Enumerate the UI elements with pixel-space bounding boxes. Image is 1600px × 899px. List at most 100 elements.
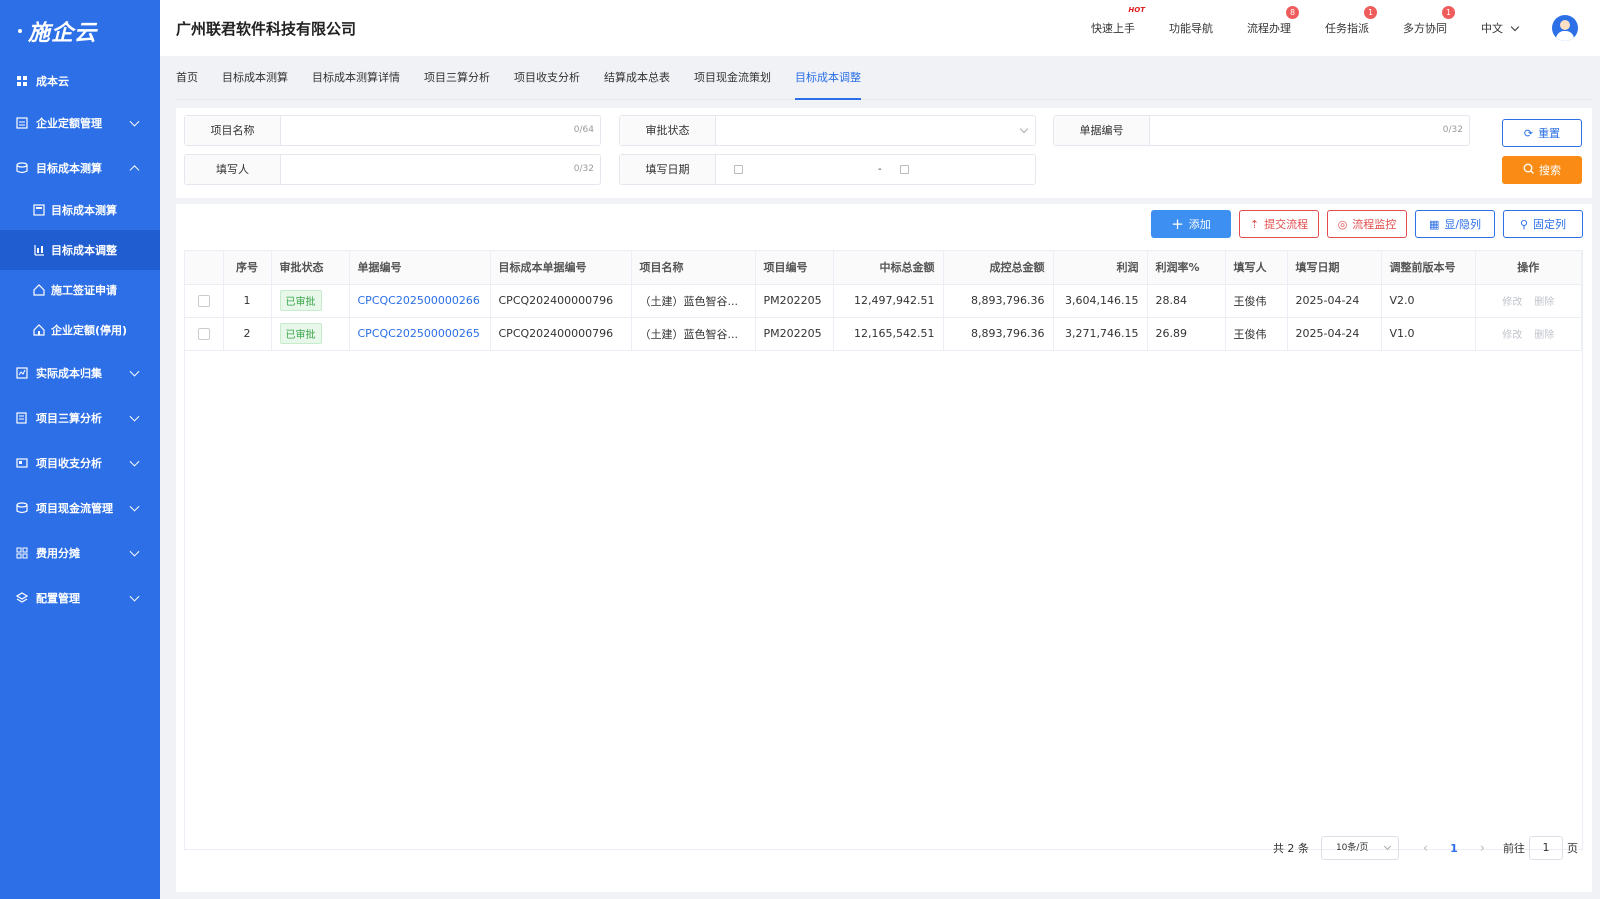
- goto-page-input[interactable]: 1: [1529, 836, 1563, 860]
- database-icon: [16, 161, 28, 174]
- doc-no-link[interactable]: CPCQC202500000266: [358, 294, 480, 307]
- tab-settlement-summary[interactable]: 结算成本总表: [604, 56, 670, 100]
- cell-no: 1: [223, 284, 272, 318]
- select-all-checkbox[interactable]: [185, 251, 224, 285]
- filter-panel: 项目名称 0/64 审批状态 单据编号 0/32 填写人 0/32 填写日期 -…: [176, 108, 1592, 198]
- tab-target-cost-detail[interactable]: 目标成本测算详情: [312, 56, 400, 100]
- tab-three-calc[interactable]: 项目三算分析: [424, 56, 490, 100]
- cell-profit-rate: 26.89: [1147, 317, 1226, 351]
- chevron-down-icon: [129, 591, 140, 602]
- target-icon: ◎: [1337, 217, 1348, 231]
- cell-filler: 王俊伟: [1225, 284, 1288, 318]
- submit-flow-button[interactable]: ⇡ 提交流程: [1239, 210, 1319, 238]
- cell-date: 2025-04-24: [1287, 284, 1382, 318]
- sidebar-subitem-site-visa[interactable]: 施工签证申请: [0, 270, 160, 310]
- search-button[interactable]: 搜索: [1502, 156, 1582, 184]
- layers-icon: [16, 591, 28, 604]
- sidebar-item-config[interactable]: 配置管理: [0, 575, 160, 620]
- total-count: 共 2 条: [1272, 842, 1309, 855]
- chevron-down-icon: [129, 411, 140, 422]
- page-tabs: 首页 目标成本测算 目标成本测算详情 项目三算分析 项目收支分析 结算成本总表 …: [176, 56, 1592, 100]
- date-range-picker[interactable]: -: [716, 155, 1035, 184]
- calendar-icon: [900, 165, 909, 174]
- project-name-input[interactable]: 0/64: [281, 116, 600, 145]
- tab-home[interactable]: 首页: [176, 56, 198, 100]
- next-page-button[interactable]: ›: [1480, 841, 1485, 856]
- status-badge: 已审批: [279, 290, 322, 311]
- sidebar-item-three-calc[interactable]: 项目三算分析: [0, 395, 160, 440]
- chevron-down-icon: [129, 501, 140, 512]
- doc-no-filter: 单据编号 0/32: [1053, 115, 1470, 146]
- doc-no-input[interactable]: 0/32: [1150, 116, 1469, 145]
- table-row[interactable]: 2 已审批 CPCQC202500000265 CPCQ202400000796…: [185, 317, 1582, 351]
- cell-project-code: PM202205: [755, 284, 834, 318]
- cell-project-name: （土建）蓝色智谷...: [631, 317, 756, 351]
- toggle-columns-button[interactable]: ▦ 显/隐列: [1415, 210, 1495, 238]
- row-checkbox[interactable]: [197, 328, 210, 340]
- delete-button[interactable]: 删除: [1534, 297, 1554, 308]
- notification-badge: 1: [1442, 6, 1455, 19]
- prev-page-button[interactable]: ‹: [1423, 841, 1428, 856]
- fix-columns-button[interactable]: ⚲ 固定列: [1503, 210, 1583, 238]
- col-header-doc-no: 单据编号: [349, 251, 491, 285]
- wallet-icon: [16, 457, 28, 469]
- col-header-profit-rate: 利润率%: [1147, 251, 1226, 285]
- sidebar-item-actual-cost[interactable]: 实际成本归集: [0, 350, 160, 395]
- pagination: 共 2 条 10条/页 ‹ 1 › 前往 1 页: [1273, 836, 1578, 860]
- cell-bid-total: 12,165,542.51: [833, 317, 944, 351]
- company-name: 广州联君软件科技有限公司: [176, 19, 357, 38]
- edit-button[interactable]: 修改: [1502, 330, 1522, 341]
- page-number[interactable]: 1: [1450, 842, 1458, 855]
- sidebar-item-income-expense[interactable]: 项目收支分析: [0, 440, 160, 485]
- table-row[interactable]: 1 已审批 CPCQC202500000266 CPCQ202400000796…: [185, 284, 1582, 318]
- edit-button[interactable]: 修改: [1502, 297, 1522, 308]
- tab-target-cost-adjust[interactable]: 目标成本调整: [795, 56, 861, 100]
- sidebar-item-cost-cloud[interactable]: 成本云: [0, 62, 160, 100]
- upload-icon: ⇡: [1249, 217, 1260, 231]
- quick-start-link[interactable]: 快速上手 HOT: [1091, 6, 1145, 36]
- task-assign-link[interactable]: 任务指派 1: [1325, 6, 1377, 36]
- app-logo[interactable]: 施企云: [0, 0, 160, 62]
- chart-icon: [16, 366, 28, 379]
- col-header-date: 填写日期: [1287, 251, 1382, 285]
- approval-status-select[interactable]: [716, 116, 1035, 145]
- sidebar-subitem-target-cost-adjust[interactable]: 目标成本调整: [0, 230, 160, 270]
- sidebar-item-target-cost[interactable]: 目标成本测算: [0, 145, 160, 190]
- collaboration-link[interactable]: 多方协同 1: [1403, 6, 1455, 36]
- sidebar-subitem-quota-disabled[interactable]: 企业定额(停用): [0, 310, 160, 350]
- tab-income-expense[interactable]: 项目收支分析: [514, 56, 580, 100]
- house-icon: [33, 324, 45, 336]
- row-checkbox[interactable]: [197, 295, 210, 307]
- tab-target-cost-calc[interactable]: 目标成本测算: [222, 56, 288, 100]
- cell-profit: 3,271,746.15: [1053, 317, 1148, 351]
- language-selector[interactable]: 中文: [1481, 20, 1520, 36]
- plus-icon: +: [1171, 215, 1184, 233]
- cell-target-doc-no: CPCQ202400000796: [490, 284, 632, 318]
- tab-cash-flow-plan[interactable]: 项目现金流策划: [694, 56, 771, 100]
- flow-monitor-button[interactable]: ◎ 流程监控: [1327, 210, 1407, 238]
- function-nav-link[interactable]: 功能导航: [1169, 20, 1213, 36]
- sidebar-item-cost-allocation[interactable]: 费用分摊: [0, 530, 160, 575]
- sidebar-subitem-target-cost-calc[interactable]: 目标成本测算: [0, 190, 160, 230]
- filler-input[interactable]: 0/32: [281, 155, 600, 184]
- header-actions: 快速上手 HOT 功能导航 流程办理 8 任务指派 1 多方协同 1 中文: [1091, 0, 1600, 56]
- col-header-no: 序号: [223, 251, 272, 285]
- process-link[interactable]: 流程办理 8: [1247, 6, 1299, 36]
- sidebar-item-cash-flow[interactable]: 项目现金流管理: [0, 485, 160, 530]
- cell-no: 2: [223, 317, 272, 351]
- add-button[interactable]: + 添加: [1151, 210, 1231, 238]
- chevron-down-icon: [1383, 842, 1391, 851]
- chevron-down-icon: [129, 456, 140, 467]
- col-header-filler: 填写人: [1225, 251, 1288, 285]
- page-size-select[interactable]: 10条/页: [1320, 836, 1399, 860]
- col-header-control-total: 成控总金额: [943, 251, 1054, 285]
- sidebar-item-enterprise-quota[interactable]: 企业定额管理: [0, 100, 160, 145]
- cell-project-code: PM202205: [755, 317, 834, 351]
- delete-button[interactable]: 删除: [1534, 330, 1554, 341]
- doc-no-link[interactable]: CPCQC202500000265: [358, 327, 480, 340]
- user-avatar[interactable]: [1552, 15, 1578, 41]
- cash-icon: [16, 501, 28, 514]
- hot-tag: HOT: [1128, 6, 1145, 14]
- reset-button[interactable]: ⟳ 重置: [1502, 119, 1582, 147]
- approval-status-filter: 审批状态: [619, 115, 1036, 146]
